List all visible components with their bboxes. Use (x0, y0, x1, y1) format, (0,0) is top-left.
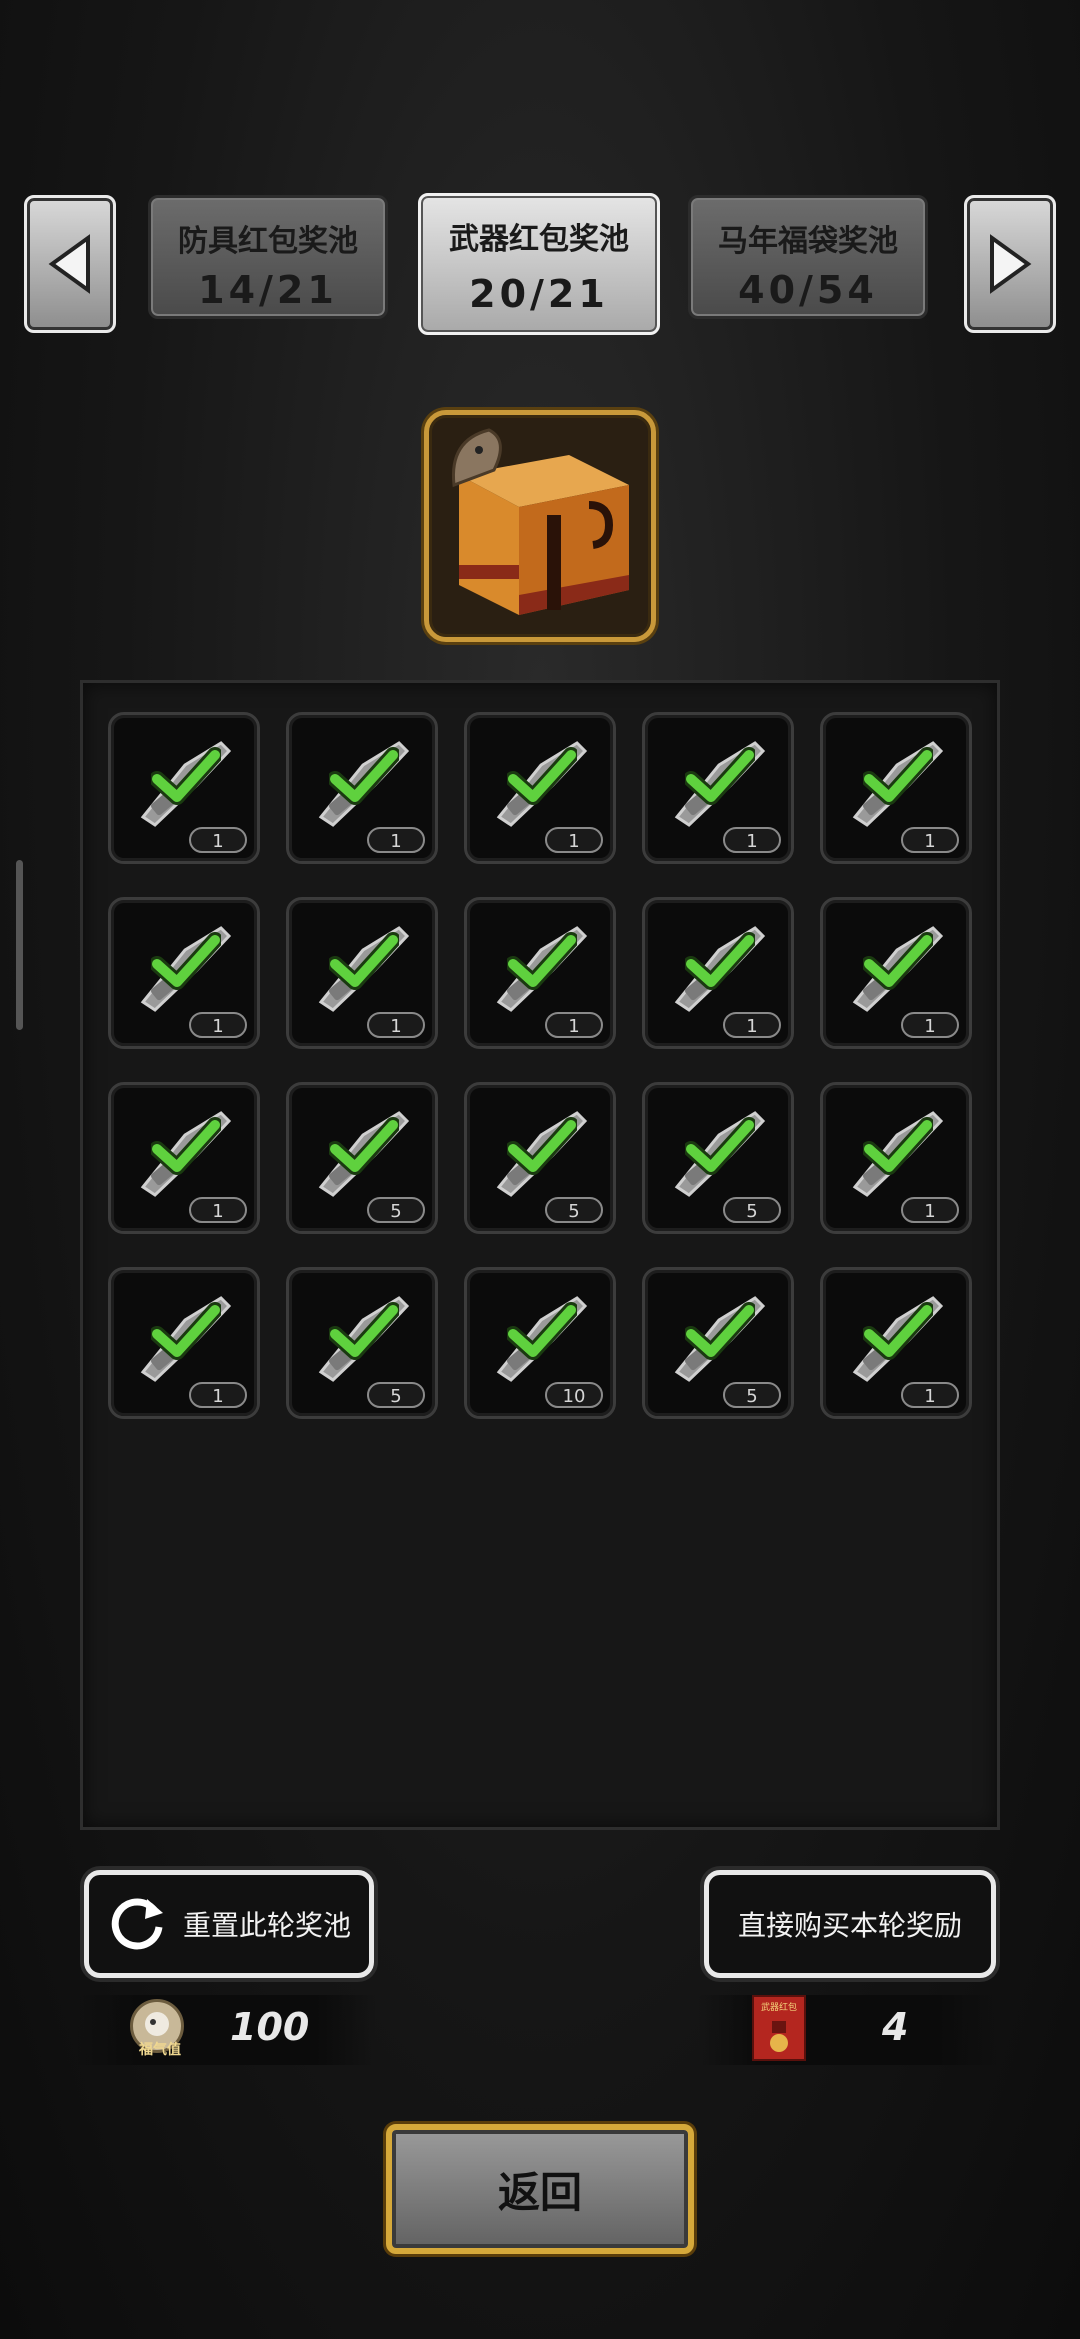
item-count: 1 (901, 827, 959, 853)
item-count: 5 (723, 1197, 781, 1223)
check-icon (151, 1302, 221, 1360)
item-count: 1 (723, 1012, 781, 1038)
reward-cell[interactable]: 1 (820, 712, 972, 864)
item-count: 5 (723, 1382, 781, 1408)
reward-cell[interactable]: 5 (286, 1267, 438, 1419)
item-count: 1 (901, 1382, 959, 1408)
item-count: 1 (189, 827, 247, 853)
reset-pool-button[interactable]: 重置此轮奖池 (84, 1870, 374, 1978)
reward-cell[interactable]: 10 (464, 1267, 616, 1419)
tab-lucky-bag-pool[interactable]: 马年福袋奖池 40/54 (688, 195, 928, 319)
reward-cell[interactable]: 1 (108, 897, 260, 1049)
tab-progress: 20/21 (469, 272, 609, 316)
back-button-label: 返回 (497, 2167, 582, 2217)
item-count: 1 (189, 1012, 247, 1038)
tab-weapon-pool[interactable]: 武器红包奖池 20/21 (418, 193, 660, 335)
tab-progress: 14/21 (198, 268, 338, 312)
check-icon (685, 1117, 755, 1175)
item-count: 1 (545, 1012, 603, 1038)
check-icon (685, 932, 755, 990)
check-icon (863, 747, 933, 805)
next-arrow-button[interactable] (964, 195, 1056, 333)
item-count: 1 (189, 1197, 247, 1223)
check-icon (507, 747, 577, 805)
back-button[interactable]: 返回 (386, 2124, 694, 2254)
item-count: 1 (189, 1382, 247, 1408)
red-envelope-icon-label: 武器红包 (760, 2003, 797, 2013)
reward-cell[interactable]: 1 (820, 1267, 972, 1419)
check-icon (507, 1117, 577, 1175)
item-count: 1 (545, 827, 603, 853)
check-icon (329, 1117, 399, 1175)
arrow-right-icon (990, 234, 1032, 294)
reward-cell[interactable]: 1 (108, 1267, 260, 1419)
buy-rewards-label: 直接购买本轮奖励 (737, 1909, 962, 1942)
reward-cell[interactable]: 5 (642, 1267, 794, 1419)
reward-cell[interactable]: 1 (820, 897, 972, 1049)
item-count: 1 (723, 827, 781, 853)
item-count: 1 (901, 1197, 959, 1223)
item-count: 1 (901, 1012, 959, 1038)
tab-label: 武器红包奖池 (449, 222, 629, 257)
reward-chest[interactable] (424, 410, 656, 642)
check-icon (329, 1302, 399, 1360)
check-icon (151, 932, 221, 990)
treasure-chest-icon (451, 428, 629, 615)
reward-cell[interactable]: 1 (642, 712, 794, 864)
tab-armor-pool[interactable]: 防具红包奖池 14/21 (148, 195, 388, 319)
arrow-left-icon (48, 234, 90, 294)
fortune-value: 100 (230, 2005, 310, 2049)
item-count: 5 (545, 1197, 603, 1223)
fortune-resource: 福气值 100 (76, 1995, 376, 2065)
reward-cell[interactable]: 1 (108, 712, 260, 864)
check-icon (863, 1302, 933, 1360)
check-icon (329, 747, 399, 805)
reward-cell[interactable]: 1 (464, 897, 616, 1049)
scroll-indicator[interactable] (16, 860, 23, 1030)
reward-cell[interactable]: 1 (286, 897, 438, 1049)
tab-progress: 40/54 (738, 268, 878, 312)
item-count: 1 (367, 1012, 425, 1038)
red-envelope-value: 4 (882, 2005, 909, 2049)
reset-pool-label: 重置此轮奖池 (182, 1909, 351, 1942)
tab-label: 防具红包奖池 (178, 224, 358, 259)
reward-cell[interactable]: 5 (464, 1082, 616, 1234)
check-icon (863, 1117, 933, 1175)
check-icon (863, 932, 933, 990)
refresh-icon (111, 1898, 163, 1950)
reward-cell[interactable]: 1 (108, 1082, 260, 1234)
buy-rewards-button[interactable]: 直接购买本轮奖励 (704, 1870, 996, 1978)
item-count: 5 (367, 1197, 425, 1223)
tab-label: 马年福袋奖池 (718, 224, 898, 259)
red-envelope-icon: 武器红包 (752, 1995, 806, 2061)
red-envelope-resource: 武器红包 4 (698, 1995, 998, 2065)
check-icon (507, 932, 577, 990)
check-icon (685, 747, 755, 805)
reward-cell[interactable]: 1 (286, 712, 438, 864)
check-icon (685, 1302, 755, 1360)
reward-cell[interactable]: 1 (642, 897, 794, 1049)
check-icon (507, 1302, 577, 1360)
item-count: 5 (367, 1382, 425, 1408)
reward-cell[interactable]: 1 (464, 712, 616, 864)
check-icon (329, 932, 399, 990)
reward-cell[interactable]: 5 (642, 1082, 794, 1234)
reward-cell[interactable]: 1 (820, 1082, 972, 1234)
item-count: 1 (367, 827, 425, 853)
check-icon (151, 747, 221, 805)
item-count: 10 (545, 1382, 603, 1408)
prev-arrow-button[interactable] (24, 195, 116, 333)
check-icon (151, 1117, 221, 1175)
fortune-icon-label: 福气值 (139, 2042, 181, 2058)
reward-cell[interactable]: 5 (286, 1082, 438, 1234)
